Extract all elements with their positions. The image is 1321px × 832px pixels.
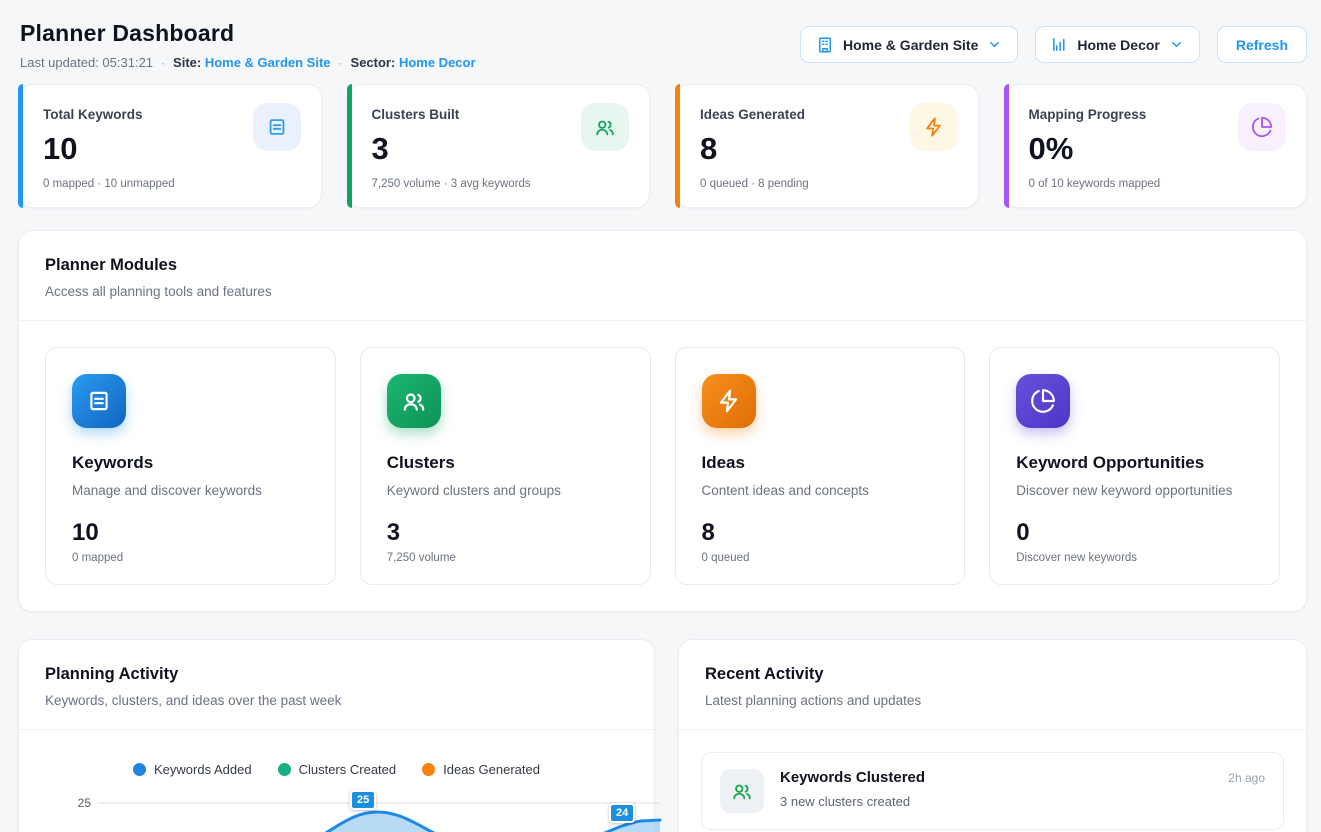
recent-activity-subtitle: Latest planning actions and updates bbox=[705, 693, 1280, 708]
planning-activity-header: Planning Activity Keywords, clusters, an… bbox=[19, 640, 654, 729]
bottom-row: Planning Activity Keywords, clusters, an… bbox=[18, 639, 1307, 832]
legend-dot-blue bbox=[133, 763, 146, 776]
modules-title: Planner Modules bbox=[45, 256, 1280, 275]
stat-detail: 7,250 volume · 3 avg keywords bbox=[372, 178, 628, 190]
stat-card-ideas-generated: Ideas Generated 8 0 queued · 8 pending bbox=[675, 84, 979, 208]
module-card-keywords[interactable]: Keywords Manage and discover keywords 10… bbox=[45, 347, 336, 585]
legend-label: Keywords Added bbox=[154, 762, 252, 777]
modules-grid: Keywords Manage and discover keywords 10… bbox=[19, 321, 1306, 611]
list-item-keywords-clustered[interactable]: Keywords Clustered 2h ago 3 new clusters… bbox=[701, 752, 1284, 830]
module-title: Ideas bbox=[702, 453, 939, 473]
page-title: Planner Dashboard bbox=[20, 20, 476, 47]
lightning-icon bbox=[910, 103, 958, 151]
data-point-label-25: 25 bbox=[350, 790, 376, 810]
bar-chart-icon bbox=[1051, 36, 1068, 53]
modules-header: Planner Modules Access all planning tool… bbox=[19, 231, 1306, 320]
legend-item-ideas-generated[interactable]: Ideas Generated bbox=[422, 762, 540, 777]
recent-activity-header: Recent Activity Latest planning actions … bbox=[679, 640, 1306, 729]
sector-link[interactable]: Home Decor bbox=[399, 55, 476, 70]
stat-card-mapping-progress: Mapping Progress 0% 0 of 10 keywords map… bbox=[1004, 84, 1308, 208]
header-left: Planner Dashboard Last updated: 05:31:21… bbox=[20, 20, 476, 70]
module-value: 0 bbox=[1016, 519, 1253, 547]
site-selector-label: Home & Garden Site bbox=[843, 37, 978, 53]
pie-chart-icon bbox=[1238, 103, 1286, 151]
module-title: Clusters bbox=[387, 453, 624, 473]
planner-dashboard-page: Planner Dashboard Last updated: 05:31:21… bbox=[0, 0, 1321, 832]
meta-separator: · bbox=[339, 56, 343, 70]
legend-label: Ideas Generated bbox=[443, 762, 540, 777]
module-detail: 7,250 volume bbox=[387, 552, 624, 564]
y-axis-tick-25: 25 bbox=[59, 796, 91, 810]
list-icon bbox=[72, 374, 126, 428]
planning-activity-subtitle: Keywords, clusters, and ideas over the p… bbox=[45, 693, 628, 708]
module-description: Content ideas and concepts bbox=[702, 483, 939, 498]
meta-separator: · bbox=[161, 56, 165, 70]
module-description: Keyword clusters and groups bbox=[387, 483, 624, 498]
divider bbox=[19, 729, 654, 730]
activity-item-title: Keywords Clustered bbox=[780, 769, 925, 786]
module-detail: 0 mapped bbox=[72, 552, 309, 564]
module-description: Manage and discover keywords bbox=[72, 483, 309, 498]
chart-legend: Keywords Added Clusters Created Ideas Ge… bbox=[19, 762, 654, 777]
refresh-button[interactable]: Refresh bbox=[1217, 26, 1307, 63]
sector-selector-dropdown[interactable]: Home Decor bbox=[1035, 26, 1199, 63]
stat-detail: 0 queued · 8 pending bbox=[700, 178, 956, 190]
sector-meta: Sector: Home Decor bbox=[351, 55, 476, 70]
recent-activity-card: Recent Activity Latest planning actions … bbox=[678, 639, 1307, 832]
chevron-down-icon bbox=[987, 37, 1002, 52]
module-detail: Discover new keywords bbox=[1016, 552, 1253, 564]
activity-item-description: 3 new clusters created bbox=[780, 794, 1265, 809]
module-title: Keywords bbox=[72, 453, 309, 473]
legend-item-clusters-created[interactable]: Clusters Created bbox=[278, 762, 397, 777]
module-card-keyword-opportunities[interactable]: Keyword Opportunities Discover new keywo… bbox=[989, 347, 1280, 585]
stat-detail: 0 of 10 keywords mapped bbox=[1029, 178, 1285, 190]
legend-dot-orange bbox=[422, 763, 435, 776]
legend-label: Clusters Created bbox=[299, 762, 397, 777]
module-value: 8 bbox=[702, 519, 939, 547]
module-description: Discover new keyword opportunities bbox=[1016, 483, 1253, 498]
module-title: Keyword Opportunities bbox=[1016, 453, 1253, 473]
activity-list: Keywords Clustered 2h ago 3 new clusters… bbox=[679, 730, 1306, 832]
last-updated-text: Last updated: 05:31:21 bbox=[20, 55, 153, 70]
activity-item-body: Keywords Clustered 2h ago 3 new clusters… bbox=[780, 769, 1265, 809]
users-icon bbox=[720, 769, 764, 813]
site-link[interactable]: Home & Garden Site bbox=[205, 55, 331, 70]
module-value: 10 bbox=[72, 519, 309, 547]
users-icon bbox=[581, 103, 629, 151]
stat-card-clusters-built: Clusters Built 3 7,250 volume · 3 avg ke… bbox=[347, 84, 651, 208]
pie-chart-icon bbox=[1016, 374, 1070, 428]
module-value: 3 bbox=[387, 519, 624, 547]
chevron-down-icon bbox=[1169, 37, 1184, 52]
planning-activity-card: Planning Activity Keywords, clusters, an… bbox=[18, 639, 655, 832]
building-icon bbox=[816, 36, 834, 54]
stats-row: Total Keywords 10 0 mapped · 10 unmapped… bbox=[18, 84, 1307, 208]
planning-activity-chart[interactable]: 25 25 24 bbox=[19, 780, 654, 832]
planner-modules-section: Planner Modules Access all planning tool… bbox=[18, 230, 1307, 612]
modules-subtitle: Access all planning tools and features bbox=[45, 284, 1280, 299]
legend-dot-green bbox=[278, 763, 291, 776]
site-selector-dropdown[interactable]: Home & Garden Site bbox=[800, 26, 1018, 63]
stat-card-total-keywords: Total Keywords 10 0 mapped · 10 unmapped bbox=[18, 84, 322, 208]
header-controls: Home & Garden Site Home Decor Refresh bbox=[800, 20, 1307, 63]
users-icon bbox=[387, 374, 441, 428]
module-detail: 0 queued bbox=[702, 552, 939, 564]
lightning-icon bbox=[702, 374, 756, 428]
planning-activity-title: Planning Activity bbox=[45, 665, 628, 684]
data-point-label-24: 24 bbox=[609, 803, 635, 823]
area-chart-svg bbox=[19, 780, 669, 832]
list-icon bbox=[253, 103, 301, 151]
module-card-clusters[interactable]: Clusters Keyword clusters and groups 3 7… bbox=[360, 347, 651, 585]
site-meta: Site: Home & Garden Site bbox=[173, 55, 331, 70]
page-header: Planner Dashboard Last updated: 05:31:21… bbox=[0, 0, 1321, 70]
module-card-ideas[interactable]: Ideas Content ideas and concepts 8 0 que… bbox=[675, 347, 966, 585]
legend-item-keywords-added[interactable]: Keywords Added bbox=[133, 762, 252, 777]
recent-activity-title: Recent Activity bbox=[705, 665, 1280, 684]
stat-detail: 0 mapped · 10 unmapped bbox=[43, 178, 299, 190]
sector-selector-label: Home Decor bbox=[1077, 37, 1159, 53]
activity-item-time: 2h ago bbox=[1228, 771, 1265, 785]
page-meta: Last updated: 05:31:21 · Site: Home & Ga… bbox=[20, 55, 476, 70]
